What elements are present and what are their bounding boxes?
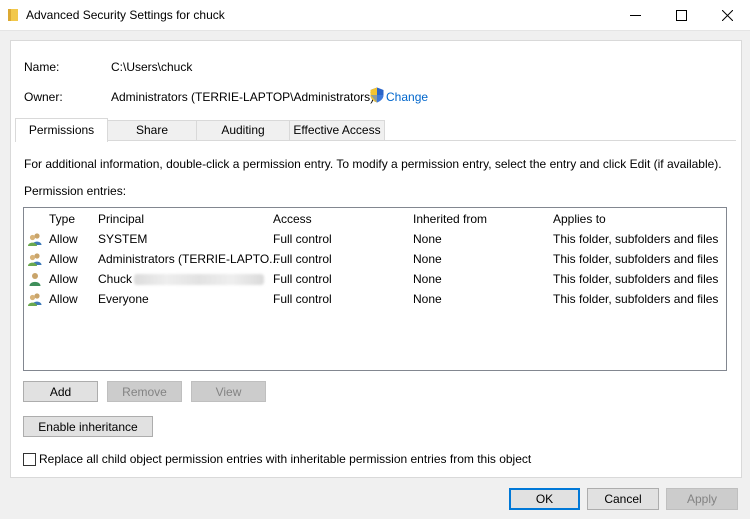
apply-button[interactable]: Apply — [666, 488, 738, 510]
folder-icon — [8, 9, 18, 21]
maximize-button[interactable] — [658, 0, 704, 30]
close-icon — [721, 9, 733, 21]
group-icon — [28, 233, 42, 246]
ok-button[interactable]: OK — [509, 488, 580, 510]
row-applies: This folder, subfolders and files — [553, 252, 719, 266]
row-inherited: None — [413, 272, 442, 286]
owner-label: Owner: — [24, 90, 63, 104]
row-access: Full control — [273, 232, 332, 246]
tab-share[interactable]: Share — [107, 120, 197, 140]
change-owner-link[interactable]: Change — [386, 90, 428, 104]
tab-permissions[interactable]: Permissions — [15, 118, 108, 142]
name-value: C:\Users\chuck — [111, 60, 193, 74]
column-header-principal[interactable]: Principal — [98, 212, 144, 226]
row-principal: Administrators (TERRIE-LAPTO... — [98, 252, 280, 266]
row-inherited: None — [413, 292, 442, 306]
dialog-content: Name: C:\Users\chuck Owner: Administrato… — [10, 40, 742, 478]
row-applies: This folder, subfolders and files — [553, 272, 719, 286]
replace-child-permissions-label: Replace all child object permission entr… — [39, 452, 532, 466]
redacted-account-name — [134, 274, 264, 285]
add-button[interactable]: Add — [23, 381, 98, 402]
column-header-access[interactable]: Access — [273, 212, 312, 226]
replace-child-permissions-checkbox[interactable] — [23, 453, 36, 466]
info-text: For additional information, double-click… — [24, 157, 722, 171]
minimize-icon — [629, 14, 641, 16]
column-header-type[interactable]: Type — [49, 212, 75, 226]
row-applies: This folder, subfolders and files — [553, 292, 719, 306]
row-type: Allow — [49, 232, 78, 246]
row-type: Allow — [49, 292, 78, 306]
cancel-button[interactable]: Cancel — [587, 488, 659, 510]
row-type: Allow — [49, 252, 78, 266]
table-row[interactable]: Allow Chuck Full control None This folde… — [24, 269, 726, 289]
window-title: Advanced Security Settings for chuck — [26, 8, 225, 22]
view-button[interactable]: View — [191, 381, 266, 402]
tab-divider — [15, 140, 736, 141]
minimize-button[interactable] — [612, 0, 658, 30]
row-applies: This folder, subfolders and files — [553, 232, 719, 246]
owner-value: Administrators (TERRIE-LAPTOP\Administra… — [111, 90, 375, 104]
row-principal: Chuck — [98, 272, 133, 286]
row-inherited: None — [413, 232, 442, 246]
title-bar: Advanced Security Settings for chuck — [0, 0, 750, 31]
group-icon — [28, 253, 42, 266]
permission-entries-label: Permission entries: — [24, 184, 127, 198]
permission-entries-list[interactable]: Type Principal Access Inherited from App… — [23, 207, 727, 371]
table-row[interactable]: Allow Administrators (TERRIE-LAPTO... Fu… — [24, 249, 726, 269]
maximize-icon — [675, 9, 687, 21]
user-icon — [29, 273, 41, 286]
table-row[interactable]: Allow SYSTEM Full control None This fold… — [24, 229, 726, 249]
row-principal: Everyone — [98, 292, 149, 306]
table-row[interactable]: Allow Everyone Full control None This fo… — [24, 289, 726, 309]
row-type: Allow — [49, 272, 78, 286]
row-access: Full control — [273, 292, 332, 306]
uac-shield-icon — [370, 87, 384, 103]
row-inherited: None — [413, 252, 442, 266]
tab-effective-access[interactable]: Effective Access — [289, 120, 385, 140]
enable-inheritance-button[interactable]: Enable inheritance — [23, 416, 153, 437]
column-header-inherited-from[interactable]: Inherited from — [413, 212, 487, 226]
remove-button[interactable]: Remove — [107, 381, 182, 402]
name-label: Name: — [24, 60, 60, 74]
row-access: Full control — [273, 272, 332, 286]
tab-auditing[interactable]: Auditing — [196, 120, 290, 140]
row-principal: SYSTEM — [98, 232, 148, 246]
close-button[interactable] — [704, 0, 750, 30]
row-access: Full control — [273, 252, 332, 266]
column-header-applies-to[interactable]: Applies to — [553, 212, 606, 226]
group-icon — [28, 293, 42, 306]
